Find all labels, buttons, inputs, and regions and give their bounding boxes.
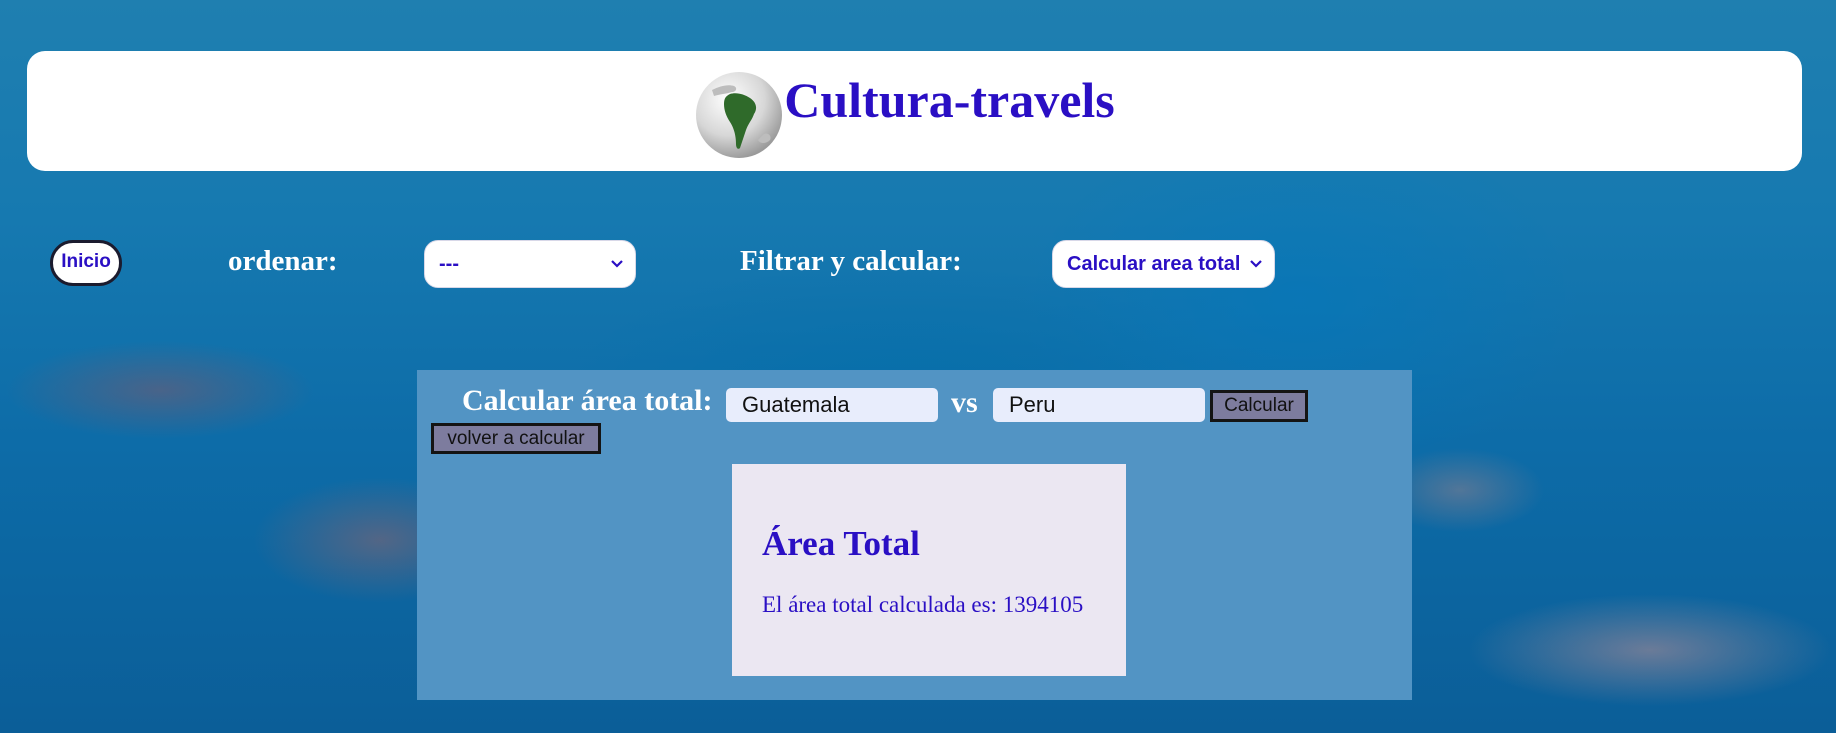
filter-select[interactable]: Calcular area total	[1052, 240, 1275, 288]
country-a-input[interactable]: Guatemala	[726, 388, 938, 422]
result-title: Área Total	[762, 524, 920, 563]
logo: Cultura-travels	[694, 62, 1115, 160]
sort-select-value: ---	[439, 252, 459, 275]
vs-label: vs	[951, 386, 978, 419]
chevron-down-icon	[1250, 260, 1262, 268]
filter-label: Filtrar y calcular:	[740, 245, 962, 277]
calculator-label: Calcular área total:	[462, 384, 713, 417]
calculator-panel: Calcular área total: Guatemala vs Peru C…	[417, 370, 1412, 700]
chevron-down-icon	[611, 260, 623, 268]
home-button[interactable]: Inicio	[50, 240, 122, 286]
result-text: El área total calculada es: 1394105	[762, 592, 1084, 617]
recalculate-button[interactable]: volver a calcular	[431, 423, 601, 454]
result-card: Área Total El área total calculada es: 1…	[732, 464, 1126, 676]
calculate-button[interactable]: Calcular	[1210, 390, 1308, 422]
sort-label: ordenar:	[228, 245, 338, 277]
south-america-globe-icon	[696, 72, 783, 158]
sort-select[interactable]: ---	[424, 240, 636, 288]
site-title: Cultura-travels	[784, 72, 1115, 128]
site-header: Cultura-travels	[27, 51, 1802, 171]
filter-select-value: Calcular area total	[1067, 252, 1241, 275]
country-b-input[interactable]: Peru	[993, 388, 1205, 422]
